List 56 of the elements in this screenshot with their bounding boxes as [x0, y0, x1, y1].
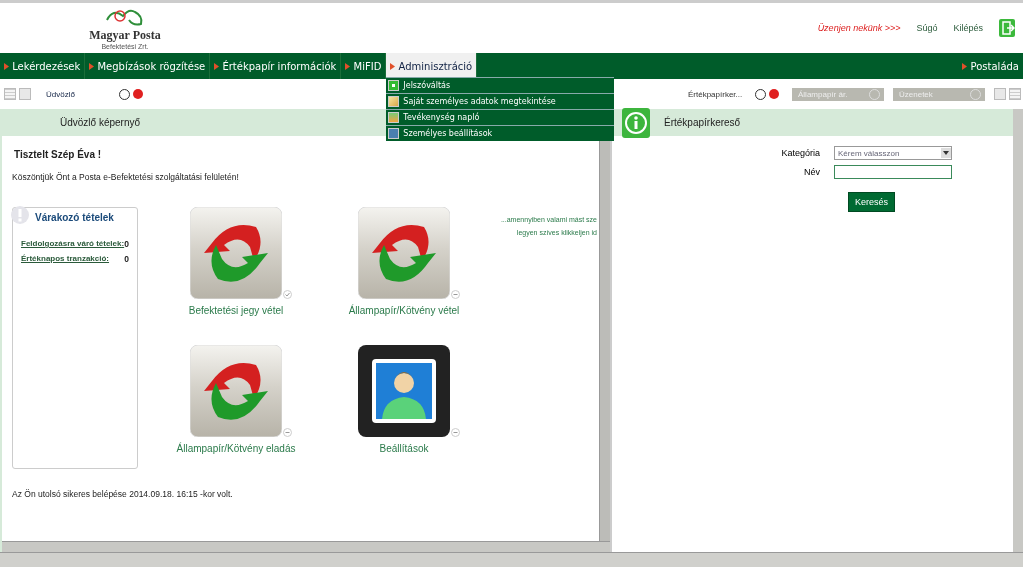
header-link[interactable]: Súgó [916, 23, 938, 33]
horizontal-scrollbar[interactable] [0, 552, 1023, 567]
greeting: Tisztelt Szép Éva ! [14, 149, 103, 160]
pending-count: 0 [124, 254, 129, 264]
panel-tab[interactable]: Értékpapírker... [682, 87, 752, 101]
vertical-scrollbar[interactable] [1013, 109, 1023, 552]
card-title: Várakozó tételek [35, 212, 115, 223]
caret-icon [4, 62, 9, 70]
exit-icon[interactable] [999, 19, 1015, 37]
list-view-icon[interactable] [1009, 88, 1021, 100]
dropdown-arrow-icon[interactable] [941, 148, 951, 158]
logo-text: Magyar Posta [89, 28, 161, 43]
search-button[interactable]: Keresés [848, 192, 896, 212]
caret-icon [390, 62, 396, 70]
caret-icon [214, 62, 220, 70]
panel-tab[interactable]: Üdvözlő [34, 89, 116, 99]
menu-tab[interactable]: Adminisztráció [386, 53, 478, 79]
menu-item[interactable]: Személyes beállítások [386, 125, 615, 141]
panel-title: Értékpapírkereső [664, 117, 741, 128]
tile-link[interactable]: Befektetési jegy vétel [188, 305, 284, 316]
menu-item[interactable]: Tevékenység napló [386, 109, 615, 125]
list-view-icon[interactable] [4, 88, 16, 100]
pending-link[interactable]: Feldolgozásra váró tételek: [21, 239, 125, 249]
panel-title: Üdvözlő képernyő [60, 117, 141, 128]
name-input-field[interactable] [834, 165, 952, 179]
refresh-arrows-icon[interactable] [190, 345, 282, 437]
horizontal-scrollbar[interactable] [2, 541, 610, 552]
field-label: Kategória [780, 148, 820, 158]
caret-icon [962, 62, 968, 70]
welcome-text: Köszöntjük Önt a Posta e-Befektetési szolgáltatási felületén! [12, 172, 240, 182]
person-silhouette-icon[interactable] [358, 345, 450, 437]
close-icon[interactable] [133, 89, 143, 99]
header-link[interactable]: Kilépés [953, 23, 983, 33]
last-login-text: Az Ön utolsó sikeres belépése 2014.09.18. 16:15 -kor volt. [12, 489, 234, 499]
tile-link[interactable]: Állampapír/Kötvény eladás [176, 443, 296, 454]
menu-tab[interactable]: Megbízások rögzítése [85, 53, 211, 79]
refresh-arrows-icon[interactable] [358, 207, 450, 299]
menu-item[interactable]: Jelszóváltás [386, 77, 615, 93]
tile-link[interactable]: Állampapír/Kötvény vétel [348, 305, 460, 316]
menu-tab[interactable]: Értékpapír információk [210, 53, 342, 79]
exclamation-icon [11, 206, 29, 224]
pending-link[interactable]: Értéknapos tranzakció: [21, 254, 110, 264]
header-link[interactable]: Üzenjen nekünk >>> [817, 23, 901, 33]
tile-link[interactable]: Beállítások [379, 443, 429, 454]
menu-item[interactable]: Saját személyes adatok megtekintése [386, 93, 615, 109]
caret-icon [345, 62, 351, 70]
menu-tab[interactable]: Lekérdezések [0, 53, 86, 79]
mailbox-menu-tab[interactable]: Postaláda [958, 53, 1023, 79]
category-select[interactable]: Kérem válasszon [834, 146, 952, 160]
close-icon[interactable] [769, 89, 779, 99]
caret-icon [89, 62, 95, 70]
refresh-arrows-icon[interactable] [190, 207, 282, 299]
pending-count: 0 [124, 239, 129, 249]
single-view-icon[interactable] [19, 88, 31, 100]
field-label: Név [803, 167, 820, 177]
single-view-icon[interactable] [994, 88, 1006, 100]
